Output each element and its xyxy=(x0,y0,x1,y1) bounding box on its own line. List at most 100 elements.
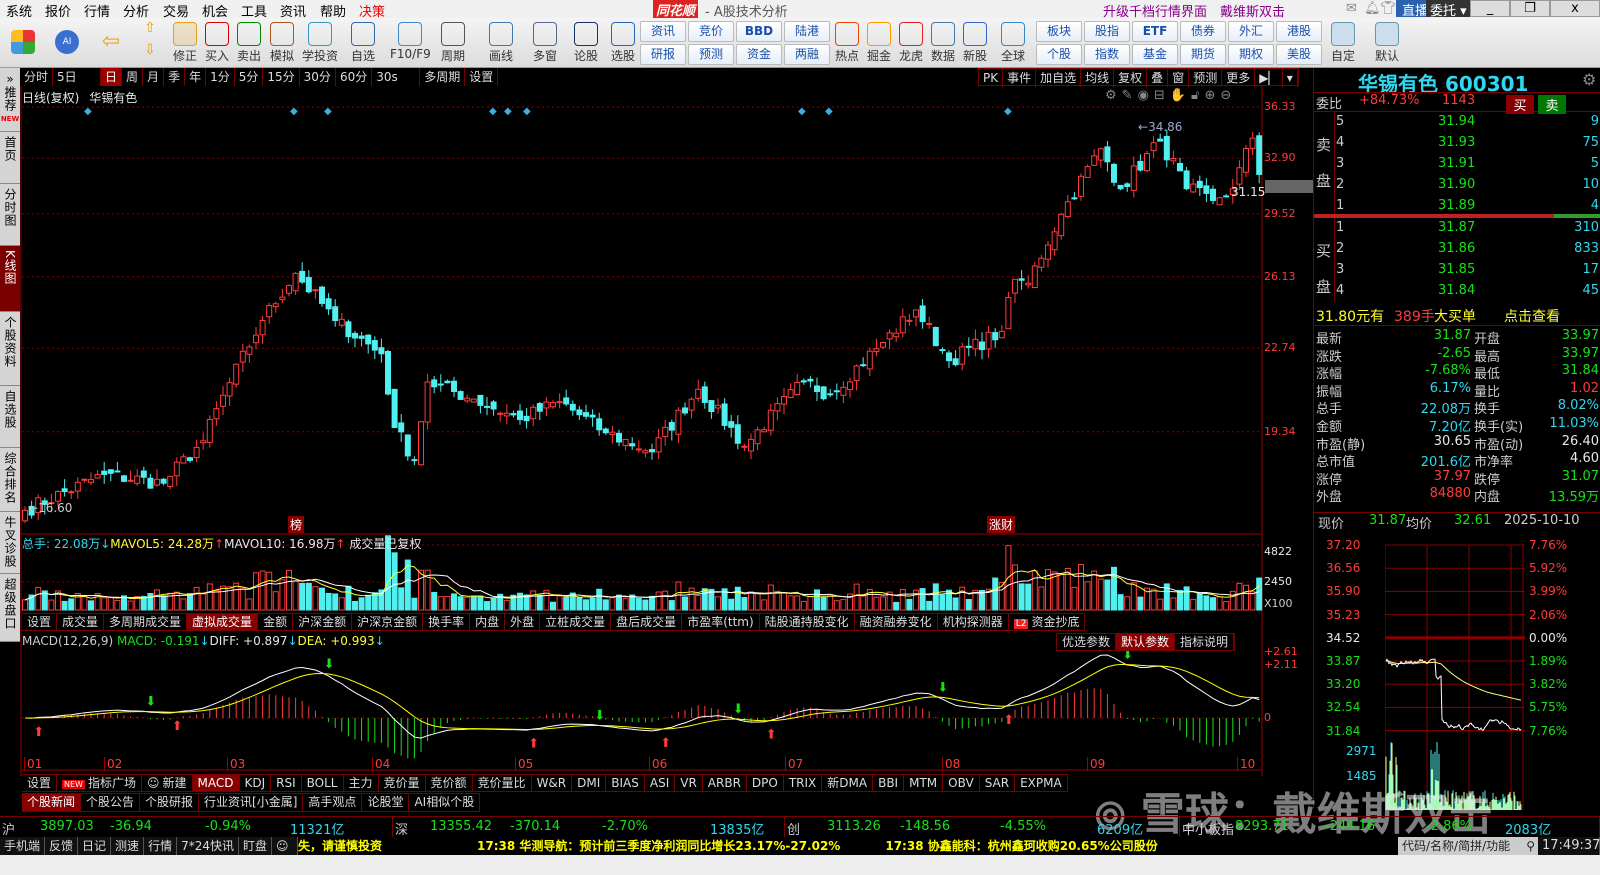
chart-tool-button[interactable]: 均线 xyxy=(1081,69,1115,87)
search-icon[interactable]: ⚲ xyxy=(1526,837,1535,855)
kline-chart[interactable]: ⬆⬇⬆⬇⬆⬇⬆⬇⬆⬇⬆⬇◆ ◆ ◆ ◆ ◆ ◆ ◆ ◆ ◆ xyxy=(0,86,1313,776)
market-button[interactable]: 指数 xyxy=(1084,44,1130,65)
tab-7[interactable]: 主力 xyxy=(344,775,379,791)
layout-button[interactable] xyxy=(6,20,40,66)
quick-button[interactable]: 竞价 xyxy=(688,21,734,42)
preferred-params-button[interactable]: 优选参数 xyxy=(1057,634,1117,650)
search-input[interactable]: 代码/名称/简拼/功能 ⚲ xyxy=(1398,837,1538,855)
tab-1[interactable]: 个股公告 xyxy=(81,794,141,811)
period-tab[interactable]: 30s xyxy=(372,68,421,86)
quick-button[interactable]: 两融 xyxy=(784,44,830,65)
toolbar-btn-0[interactable]: 修正 xyxy=(168,20,202,66)
tab-4[interactable]: 金额 xyxy=(258,614,294,630)
tab-9[interactable]: 竞价额 xyxy=(426,775,473,791)
tab-17[interactable]: DPO xyxy=(747,775,784,791)
buy-button[interactable]: 买 xyxy=(1506,95,1534,114)
tab-10[interactable]: 立桩成交量 xyxy=(540,614,612,630)
news-marker[interactable]: 涨财 xyxy=(987,516,1016,533)
period-tab[interactable]: 日 xyxy=(101,68,123,86)
tab-7[interactable]: 换手率 xyxy=(423,614,471,630)
tab-0[interactable]: 设置 xyxy=(22,614,58,630)
toolbar-btn3-1[interactable]: 默认 xyxy=(1370,20,1404,66)
ticker-item[interactable]: 17:38 华测导航：预计前三季度净利润同比增长23.17%-27.02% xyxy=(477,839,840,853)
tab-0[interactable]: 个股新闻 xyxy=(22,794,82,811)
order-row[interactable]: 4 31.84 45 xyxy=(1314,283,1600,303)
status-button[interactable]: 盯盘 xyxy=(238,837,272,855)
tab-10[interactable]: 竞价量比 xyxy=(473,775,532,791)
period-tab[interactable]: 季 xyxy=(164,68,186,86)
status-button[interactable]: 日记 xyxy=(78,837,112,855)
tab-11[interactable]: 盘后成交量 xyxy=(611,614,683,630)
order-row[interactable]: 5 31.94 9 xyxy=(1314,114,1600,134)
indicator-help-button[interactable]: 指标说明 xyxy=(1175,634,1235,650)
quick-button[interactable]: 预测 xyxy=(688,44,734,65)
tab-6[interactable]: AI相似个股 xyxy=(409,794,481,811)
period-tab[interactable]: 1分 xyxy=(206,68,235,86)
toolbar-btn-4[interactable]: 学投资 xyxy=(300,20,340,66)
toolbar-btn2-0[interactable]: 热点 xyxy=(830,20,864,66)
tab-8[interactable]: 内盘 xyxy=(470,614,506,630)
tab-24[interactable]: EXPMA xyxy=(1015,775,1068,791)
toolbar-btn-2[interactable]: 卖出 xyxy=(232,20,266,66)
restore-button[interactable]: ❐ xyxy=(1510,0,1550,17)
tab-13[interactable]: 陆股通持股变化 xyxy=(760,614,855,630)
tab-16[interactable]: ARBR xyxy=(703,775,747,791)
period-tab[interactable]: 30分 xyxy=(300,68,336,86)
expand-icon[interactable]: » xyxy=(0,72,20,86)
ai-button[interactable]: AI xyxy=(50,20,84,66)
period-tab[interactable]: 周 xyxy=(122,68,144,86)
shirt-icon[interactable]: 👕︎ xyxy=(1380,1,1397,16)
chart-tool-button[interactable]: 事件 xyxy=(1003,69,1037,87)
tab-3[interactable]: MACD xyxy=(192,775,240,791)
dropdown-icon[interactable]: ▾ xyxy=(1283,69,1298,87)
order-row[interactable]: 2 31.86 833 xyxy=(1314,241,1600,261)
tab-6[interactable]: BOLL xyxy=(302,775,344,791)
tab-2[interactable]: ☺ 新建 xyxy=(142,775,193,791)
tab-23[interactable]: SAR xyxy=(980,775,1016,791)
big-order-row[interactable]: 31.80元有 389手 大买单 点击查看 xyxy=(1314,306,1600,326)
robot-icon[interactable]: ☺ xyxy=(272,837,298,855)
period-tab[interactable]: 年 xyxy=(185,68,207,86)
tab-2[interactable]: 多周期成交量 xyxy=(104,614,188,630)
bell-icon[interactable]: 🔔︎ xyxy=(1364,1,1381,16)
collapse-icon[interactable]: ▶▏ xyxy=(1255,69,1283,87)
toolbar-btn-6[interactable]: F10/F9 xyxy=(390,20,431,66)
tab-4[interactable]: 高手观点 xyxy=(303,794,363,811)
tab-8[interactable]: 竞价量 xyxy=(379,775,426,791)
tab-2[interactable]: 个股研报 xyxy=(140,794,200,811)
market-button[interactable]: 债券 xyxy=(1180,21,1226,42)
tab-1[interactable]: 成交量 xyxy=(57,614,105,630)
status-button[interactable]: 行情 xyxy=(144,837,178,855)
tab-9[interactable]: 外盘 xyxy=(505,614,541,630)
order-row[interactable]: 3 31.85 17 xyxy=(1314,262,1600,282)
chart-tool-button[interactable]: 更多 xyxy=(1222,69,1256,87)
period-tab[interactable]: 5日 xyxy=(53,68,102,86)
minimize-button[interactable]: _ xyxy=(1470,0,1510,17)
market-button[interactable]: 期权 xyxy=(1228,44,1274,65)
chart-tool-button[interactable]: 预测 xyxy=(1189,69,1223,87)
toolbar-btn-9[interactable]: 多窗 xyxy=(528,20,562,66)
market-button[interactable]: 板块 xyxy=(1036,21,1082,42)
toolbar-btn-7[interactable]: 周期 xyxy=(436,20,470,66)
news-ticker[interactable]: 失，请谨慎投资 17:38 华测导航：预计前三季度净利润同比增长23.17%-27… xyxy=(298,837,1398,855)
default-params-button[interactable]: 默认参数 xyxy=(1116,634,1176,650)
intraday-chart[interactable] xyxy=(1385,540,1525,810)
tab-11[interactable]: W&R xyxy=(532,775,573,791)
status-button[interactable]: 7*24快讯 xyxy=(177,837,239,855)
market-button[interactable]: 基金 xyxy=(1132,44,1178,65)
chart-tool-button[interactable]: 加自选 xyxy=(1036,69,1082,87)
tab-5[interactable]: 论股堂 xyxy=(362,794,410,811)
market-button[interactable]: 期货 xyxy=(1180,44,1226,65)
quick-button[interactable]: 资讯 xyxy=(640,21,686,42)
tab-12[interactable]: DMI xyxy=(572,775,607,791)
entrust-button[interactable]: 委托 ▾ xyxy=(1426,0,1471,19)
chart-tool-button[interactable]: 复权 xyxy=(1114,69,1148,87)
tab-12[interactable]: 市盈率(ttm) xyxy=(682,614,760,630)
market-button[interactable]: 股指 xyxy=(1084,21,1130,42)
toolbar-btn2-2[interactable]: 龙虎 xyxy=(894,20,928,66)
chart-tool-button[interactable]: 窗 xyxy=(1168,69,1190,87)
order-row[interactable]: 4 31.93 75 xyxy=(1314,135,1600,155)
back-button[interactable]: ⇦ xyxy=(94,20,128,66)
tab-22[interactable]: OBV xyxy=(943,775,980,791)
toolbar-btn-3[interactable]: 模拟 xyxy=(265,20,299,66)
